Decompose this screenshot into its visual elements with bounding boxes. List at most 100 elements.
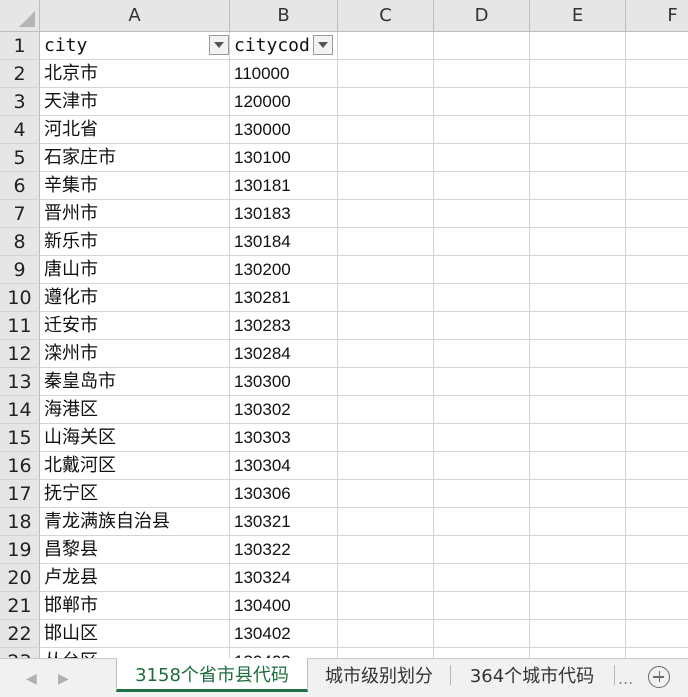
cell[interactable]: 130281 xyxy=(230,284,338,312)
cell[interactable]: city xyxy=(40,32,230,60)
plus-circle-icon[interactable] xyxy=(648,666,670,688)
cell[interactable] xyxy=(338,592,434,620)
cell[interactable]: 秦皇岛市 xyxy=(40,368,230,396)
row-header[interactable]: 5 xyxy=(0,144,40,172)
cell[interactable]: 抚宁区 xyxy=(40,480,230,508)
cell[interactable] xyxy=(434,648,530,658)
cell[interactable] xyxy=(626,480,688,508)
cell[interactable]: 130183 xyxy=(230,200,338,228)
cell[interactable]: 130100 xyxy=(230,144,338,172)
cell[interactable]: 130324 xyxy=(230,564,338,592)
cell[interactable] xyxy=(338,256,434,284)
filter-dropdown-icon[interactable] xyxy=(313,35,333,55)
cell[interactable] xyxy=(530,256,626,284)
cell[interactable]: 滦州市 xyxy=(40,340,230,368)
cell[interactable]: 130302 xyxy=(230,396,338,424)
row-header[interactable]: 14 xyxy=(0,396,40,424)
cell[interactable] xyxy=(530,536,626,564)
cell[interactable] xyxy=(530,396,626,424)
cell[interactable] xyxy=(338,200,434,228)
cell[interactable] xyxy=(434,228,530,256)
row-header[interactable]: 21 xyxy=(0,592,40,620)
cell[interactable] xyxy=(338,312,434,340)
cell[interactable] xyxy=(434,396,530,424)
cell[interactable] xyxy=(530,340,626,368)
cell[interactable] xyxy=(626,144,688,172)
cell[interactable]: 北戴河区 xyxy=(40,452,230,480)
cell[interactable]: 130181 xyxy=(230,172,338,200)
cell[interactable] xyxy=(434,452,530,480)
cell[interactable] xyxy=(530,172,626,200)
cell[interactable] xyxy=(626,396,688,424)
cell[interactable] xyxy=(530,60,626,88)
tab-sheet-1[interactable]: 3158个省市县代码 xyxy=(116,658,308,692)
cell[interactable] xyxy=(530,312,626,340)
cell[interactable] xyxy=(530,592,626,620)
more-tabs-icon[interactable]: ... xyxy=(618,669,633,688)
cell[interactable] xyxy=(434,88,530,116)
cell[interactable] xyxy=(338,424,434,452)
cell[interactable]: 130200 xyxy=(230,256,338,284)
row-header[interactable]: 1 xyxy=(0,32,40,60)
cell[interactable]: 130184 xyxy=(230,228,338,256)
cell[interactable] xyxy=(434,564,530,592)
cell[interactable] xyxy=(530,480,626,508)
cell[interactable]: 130283 xyxy=(230,312,338,340)
cell[interactable]: 130403 xyxy=(230,648,338,658)
cell[interactable] xyxy=(434,116,530,144)
cell[interactable]: 北京市 xyxy=(40,60,230,88)
cell[interactable] xyxy=(530,144,626,172)
cell[interactable] xyxy=(626,228,688,256)
cell[interactable]: 130402 xyxy=(230,620,338,648)
spreadsheet-grid[interactable]: A B C D E F 1 city citycod 2 北京市 110000 3 天津市 120000 4 河… xyxy=(0,0,688,658)
tab-sheet-2[interactable]: 城市级别划分 xyxy=(310,659,448,691)
cell[interactable] xyxy=(434,256,530,284)
cell[interactable] xyxy=(530,228,626,256)
cell[interactable]: 130321 xyxy=(230,508,338,536)
cell[interactable] xyxy=(626,620,688,648)
cell[interactable] xyxy=(530,32,626,60)
prev-sheet-icon[interactable]: ◀ xyxy=(26,671,37,687)
cell[interactable]: 130306 xyxy=(230,480,338,508)
column-header-d[interactable]: D xyxy=(434,0,530,32)
cell[interactable] xyxy=(434,480,530,508)
cell[interactable] xyxy=(338,228,434,256)
cell[interactable]: 石家庄市 xyxy=(40,144,230,172)
cell[interactable]: 山海关区 xyxy=(40,424,230,452)
cell[interactable]: 130300 xyxy=(230,368,338,396)
cell[interactable] xyxy=(626,256,688,284)
cell[interactable] xyxy=(338,340,434,368)
cell[interactable]: 昌黎县 xyxy=(40,536,230,564)
row-header[interactable]: 18 xyxy=(0,508,40,536)
cell[interactable] xyxy=(338,536,434,564)
row-header[interactable]: 19 xyxy=(0,536,40,564)
row-header[interactable]: 23 xyxy=(0,648,40,658)
cell[interactable] xyxy=(338,172,434,200)
cell[interactable] xyxy=(338,564,434,592)
cell[interactable] xyxy=(338,116,434,144)
row-header[interactable]: 7 xyxy=(0,200,40,228)
cell[interactable] xyxy=(530,116,626,144)
column-header-e[interactable]: E xyxy=(530,0,626,32)
cell[interactable] xyxy=(626,88,688,116)
filter-dropdown-icon[interactable] xyxy=(209,35,229,55)
row-header[interactable]: 3 xyxy=(0,88,40,116)
cell[interactable]: 天津市 xyxy=(40,88,230,116)
cell[interactable] xyxy=(434,536,530,564)
row-header[interactable]: 17 xyxy=(0,480,40,508)
cell[interactable]: 丛台区 xyxy=(40,648,230,658)
cell[interactable] xyxy=(338,144,434,172)
cell[interactable] xyxy=(434,620,530,648)
row-header[interactable]: 10 xyxy=(0,284,40,312)
cell[interactable]: 邯山区 xyxy=(40,620,230,648)
cell[interactable]: 唐山市 xyxy=(40,256,230,284)
cell[interactable]: 青龙满族自治县 xyxy=(40,508,230,536)
row-header[interactable]: 11 xyxy=(0,312,40,340)
cell[interactable] xyxy=(626,452,688,480)
next-sheet-icon[interactable]: ▶ xyxy=(58,671,69,687)
cell[interactable] xyxy=(338,648,434,658)
cell[interactable] xyxy=(626,200,688,228)
column-header-a[interactable]: A xyxy=(40,0,230,32)
row-header[interactable]: 15 xyxy=(0,424,40,452)
cell[interactable] xyxy=(434,32,530,60)
